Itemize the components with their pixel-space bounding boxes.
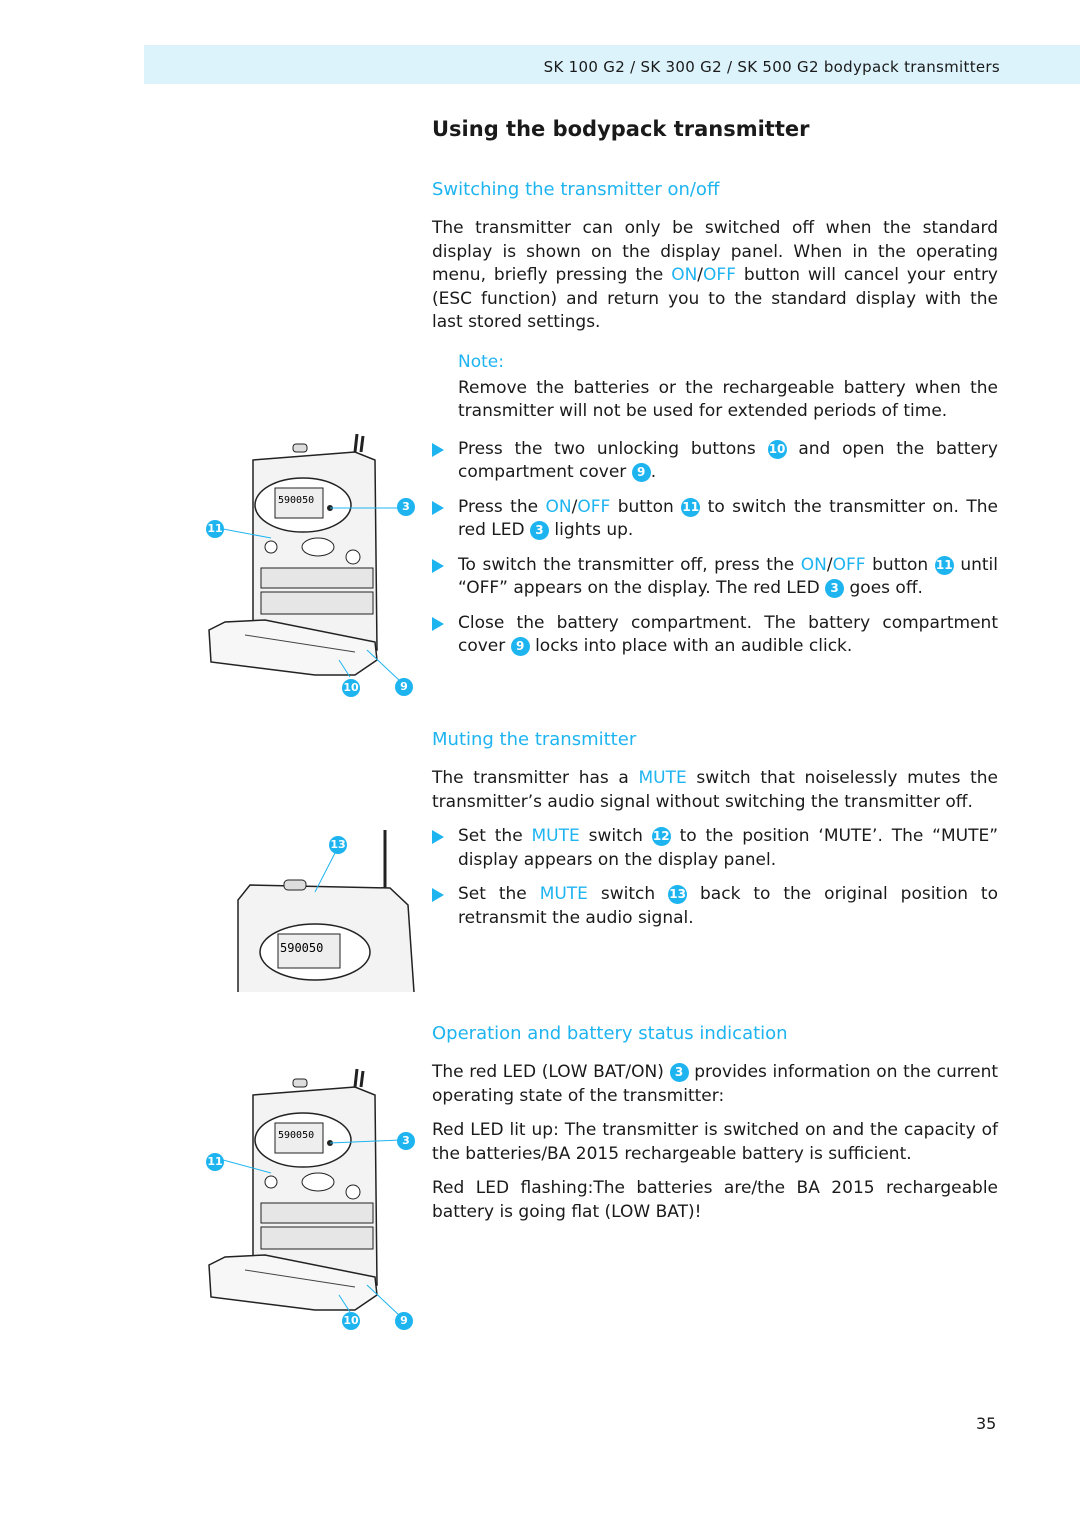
- callout-3: 3: [397, 1132, 415, 1150]
- callout-number: 3: [529, 521, 549, 540]
- control-label: ON: [800, 554, 827, 575]
- section-heading: Switching the transmitter on/off: [432, 179, 720, 200]
- section-heading: Muting the transmitter: [432, 729, 637, 750]
- text-run: .: [650, 462, 657, 482]
- paragraph: Red LED flashing:The batteries are/the B…: [432, 1177, 998, 1224]
- text-run: lights up.: [548, 520, 634, 540]
- control-label: ON: [671, 265, 698, 285]
- callout-number: 9: [631, 463, 651, 482]
- callout-number: 3: [825, 579, 845, 598]
- text-run: Set the: [458, 826, 532, 846]
- callout-9: 9: [395, 678, 413, 696]
- manual-page: SK 100 G2 / SK 300 G2 / SK 500 G2 bodypa…: [0, 0, 1080, 1528]
- page-title: Using the bodypack transmitter: [432, 117, 810, 141]
- paragraph: The transmitter can only be switched off…: [432, 217, 998, 335]
- control-label: OFF: [703, 265, 736, 285]
- instruction-step: Press the two unlocking buttons 10 and o…: [432, 438, 998, 485]
- svg-text:590050: 590050: [280, 941, 323, 955]
- running-header: SK 100 G2 / SK 300 G2 / SK 500 G2 bodypa…: [144, 45, 1080, 84]
- page-number: 35: [976, 1414, 997, 1433]
- section-muting: Muting the transmitter The transmitter ha…: [432, 729, 998, 941]
- text-run: goes off.: [844, 578, 923, 598]
- note-text: Remove the batteries or the rechargeable…: [458, 377, 998, 422]
- text-run: Red LED lit up: The transmitter is switc…: [432, 1120, 998, 1164]
- callout-number: 11: [681, 497, 701, 517]
- instruction-step: Set the MUTE switch 13 back to the origi…: [432, 883, 998, 930]
- section-switching: Switching the transmitter on/off The tran…: [432, 179, 998, 670]
- text-run: switch: [579, 826, 652, 846]
- arrow-icon: [432, 616, 444, 631]
- text-run: To switch the transmitter off, press the: [458, 554, 801, 575]
- callout-number: 3: [669, 1063, 689, 1082]
- text-run: Set the: [458, 884, 540, 904]
- text-run: button: [610, 496, 682, 517]
- arrow-icon: [432, 442, 444, 457]
- section-heading: Operation and battery status indication: [432, 1023, 788, 1044]
- callout-number: 11: [934, 555, 954, 575]
- arrow-icon: [432, 500, 444, 515]
- control-label: ON: [545, 496, 572, 517]
- paragraph: Red LED lit up: The transmitter is switc…: [432, 1119, 998, 1166]
- text-run: The transmitter has a: [432, 768, 639, 788]
- figure-transmitter-led: 11 3 10 9: [205, 1060, 420, 1335]
- arrow-icon: [432, 558, 444, 573]
- instruction-step: Close the battery compartment. The batte…: [432, 612, 998, 659]
- instruction-step: To switch the transmitter off, press the…: [432, 554, 998, 601]
- callout-number: 13: [668, 885, 688, 904]
- note-label: Note:: [458, 351, 504, 372]
- instruction-step: Press the ON/OFF button 11 to switch the…: [432, 496, 998, 543]
- callout-number: 9: [510, 637, 530, 656]
- control-label: MUTE: [539, 884, 588, 904]
- callout-number: 10: [767, 439, 787, 459]
- text-run: Red LED flashing:The batteries are/the B…: [432, 1178, 998, 1222]
- control-label: OFF: [577, 496, 611, 517]
- header-title: SK 100 G2 / SK 300 G2 / SK 500 G2 bodypa…: [543, 58, 1000, 76]
- text-run: The red LED (LOW BAT/ON): [432, 1062, 670, 1082]
- callout-11: 11: [206, 520, 224, 538]
- figure-transmitter-open: 11 3 10 9: [205, 425, 420, 700]
- callout-3: 3: [397, 498, 415, 516]
- callout-10: 10: [342, 679, 360, 697]
- text-run: locks into place with an audible click.: [529, 636, 853, 656]
- text-run: Press the: [458, 496, 546, 517]
- text-run: Press the two unlocking buttons: [458, 438, 768, 459]
- text-run: switch: [587, 884, 669, 904]
- figure-transmitter-top: 590050 13: [230, 830, 420, 993]
- note-box: Note: Remove the batteries or the recharg…: [432, 352, 998, 424]
- callout-11: 11: [206, 1153, 224, 1171]
- arrow-icon: [432, 830, 444, 844]
- callout-10: 10: [342, 1312, 360, 1330]
- control-label: MUTE: [531, 826, 580, 846]
- callout-number: 12: [651, 827, 671, 846]
- arrow-icon: [432, 888, 444, 902]
- instruction-step: Set the MUTE switch 12 to the position ‘…: [432, 825, 998, 872]
- paragraph: The transmitter has a MUTE switch that n…: [432, 767, 998, 814]
- callout-13: 13: [329, 836, 347, 854]
- text-run: button: [865, 554, 935, 575]
- callout-9: 9: [395, 1312, 413, 1330]
- section-status: Operation and battery status indication T…: [432, 1023, 998, 1235]
- control-label: MUTE: [638, 768, 687, 788]
- control-label: OFF: [832, 554, 866, 575]
- paragraph: The red LED (LOW BAT/ON) 3 provides info…: [432, 1061, 998, 1108]
